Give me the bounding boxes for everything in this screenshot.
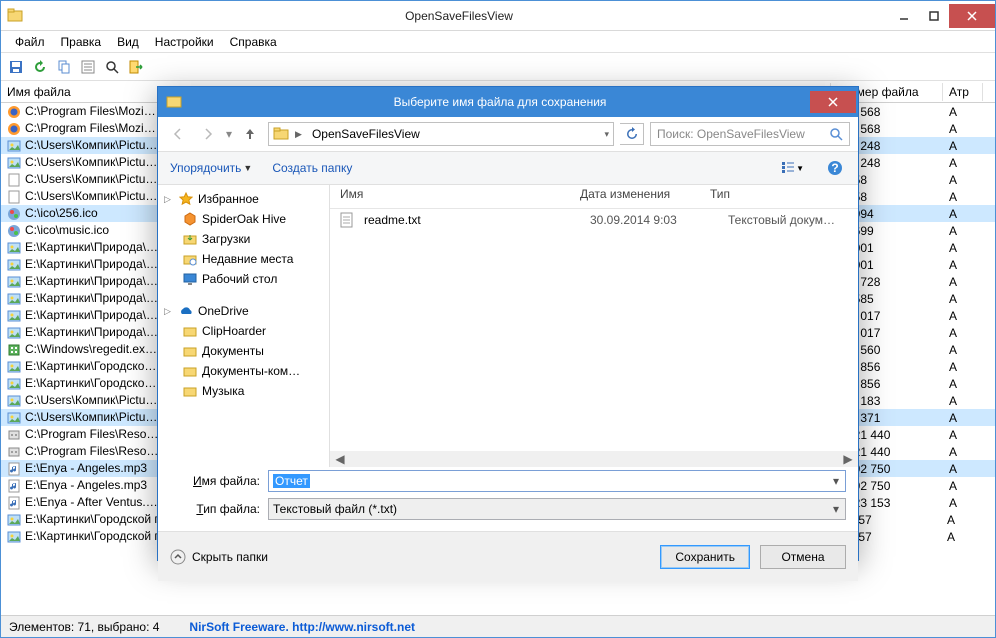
properties-icon[interactable] bbox=[77, 56, 99, 78]
help-button[interactable]: ? bbox=[824, 157, 846, 179]
hide-folders-button[interactable]: Скрыть папки bbox=[170, 549, 268, 565]
folder-icon bbox=[182, 323, 198, 339]
folder-icon bbox=[182, 363, 198, 379]
menu-view[interactable]: Вид bbox=[109, 33, 147, 51]
view-mode-button[interactable]: ▼ bbox=[782, 157, 804, 179]
download-icon bbox=[182, 231, 198, 247]
menu-help[interactable]: Справка bbox=[222, 33, 285, 51]
save-dialog: Выберите имя файла для сохранения ▾ ▶ Op… bbox=[157, 86, 859, 561]
maximize-button[interactable] bbox=[919, 4, 949, 28]
close-button[interactable] bbox=[949, 4, 995, 28]
tree-recent[interactable]: Недавние места bbox=[158, 249, 329, 269]
new-folder-button[interactable]: Создать папку bbox=[272, 161, 352, 175]
tree-music[interactable]: Музыка bbox=[158, 381, 329, 401]
nav-up-button[interactable] bbox=[238, 122, 262, 146]
find-icon[interactable] bbox=[101, 56, 123, 78]
horizontal-scrollbar[interactable]: ◀ ▶ bbox=[330, 451, 858, 467]
hive-icon bbox=[182, 211, 198, 227]
tree-documents[interactable]: Документы bbox=[158, 341, 329, 361]
file-type: Текстовый докум… bbox=[728, 213, 835, 227]
col-attr[interactable]: Атр bbox=[943, 83, 983, 101]
menu-file[interactable]: Файл bbox=[7, 33, 53, 51]
search-icon bbox=[829, 127, 843, 141]
copy-icon[interactable] bbox=[53, 56, 75, 78]
onedrive-icon bbox=[178, 303, 194, 319]
tree-downloads[interactable]: Загрузки bbox=[158, 229, 329, 249]
toolbar bbox=[1, 53, 995, 81]
menubar: Файл Правка Вид Настройки Справка bbox=[1, 31, 995, 53]
fcol-name[interactable]: Имя bbox=[330, 185, 570, 208]
refresh-button[interactable] bbox=[620, 123, 644, 145]
fcol-date[interactable]: Дата изменения bbox=[570, 185, 700, 208]
nav-recent-dropdown[interactable]: ▾ bbox=[226, 127, 232, 141]
save-button[interactable]: Сохранить bbox=[660, 545, 750, 569]
filename-label: Имя файла: bbox=[170, 474, 260, 488]
refresh-icon[interactable] bbox=[29, 56, 51, 78]
dialog-titlebar: Выберите имя файла для сохранения bbox=[158, 87, 858, 117]
filename-input[interactable]: Отчет ▾ bbox=[268, 470, 846, 492]
folder-icon bbox=[182, 343, 198, 359]
status-count: Элементов: 71, выбрано: 4 bbox=[9, 620, 159, 634]
minimize-button[interactable] bbox=[889, 4, 919, 28]
dialog-navrow: ▾ ▶ OpenSaveFilesView ▾ Поиск: OpenSaveF… bbox=[158, 117, 858, 151]
chevron-down-icon[interactable]: ▾ bbox=[827, 499, 845, 519]
breadcrumb-current[interactable]: OpenSaveFilesView bbox=[308, 127, 424, 141]
nav-back-button[interactable] bbox=[166, 122, 190, 146]
save-icon[interactable] bbox=[5, 56, 27, 78]
credit-link[interactable]: NirSoft Freeware. http://www.nirsoft.net bbox=[189, 620, 415, 634]
scroll-right-icon[interactable]: ▶ bbox=[840, 452, 856, 466]
breadcrumb[interactable]: ▶ OpenSaveFilesView ▾ bbox=[268, 122, 614, 146]
exit-icon[interactable] bbox=[125, 56, 147, 78]
chevron-right-icon: ▶ bbox=[295, 129, 302, 140]
tree-spideroak[interactable]: SpiderOak Hive bbox=[158, 209, 329, 229]
scroll-left-icon[interactable]: ◀ bbox=[332, 452, 348, 466]
svg-text:?: ? bbox=[831, 161, 838, 175]
star-icon bbox=[178, 191, 194, 207]
dialog-close-button[interactable] bbox=[810, 91, 856, 113]
dialog-file-header: Имя Дата изменения Тип bbox=[330, 185, 858, 209]
fcol-type[interactable]: Тип bbox=[700, 185, 858, 208]
folder-icon bbox=[273, 126, 289, 142]
search-placeholder: Поиск: OpenSaveFilesView bbox=[657, 127, 823, 141]
tree-desktop[interactable]: Рабочий стол bbox=[158, 269, 329, 289]
folder-tree[interactable]: ▷Избранное SpiderOak Hive Загрузки Недав… bbox=[158, 185, 330, 467]
tree-onedrive[interactable]: ▷OneDrive bbox=[158, 301, 329, 321]
dialog-commandbar: Упорядочить▼ Создать папку ▼ ? bbox=[158, 151, 858, 185]
main-titlebar: OpenSaveFilesView bbox=[1, 1, 995, 31]
menu-edit[interactable]: Правка bbox=[53, 33, 110, 51]
menu-settings[interactable]: Настройки bbox=[147, 33, 222, 51]
dialog-app-icon bbox=[166, 94, 182, 110]
cancel-button[interactable]: Отмена bbox=[760, 545, 846, 569]
breadcrumb-dropdown[interactable]: ▾ bbox=[604, 129, 609, 140]
dialog-file-list[interactable]: Имя Дата изменения Тип readme.txt 30.09.… bbox=[330, 185, 858, 467]
chevron-down-icon[interactable]: ▾ bbox=[827, 471, 845, 491]
app-icon bbox=[7, 8, 23, 24]
recent-icon bbox=[182, 251, 198, 267]
dialog-title: Выберите имя файла для сохранения bbox=[190, 95, 810, 109]
tree-favorites[interactable]: ▷Избранное bbox=[158, 189, 329, 209]
nav-forward-button[interactable] bbox=[196, 122, 220, 146]
folder-icon bbox=[182, 383, 198, 399]
statusbar: Элементов: 71, выбрано: 4 NirSoft Freewa… bbox=[1, 615, 995, 637]
chevron-up-icon bbox=[170, 549, 186, 565]
file-row[interactable]: readme.txt 30.09.2014 9:03 Текстовый док… bbox=[330, 209, 858, 231]
file-name: readme.txt bbox=[364, 213, 582, 227]
app-title: OpenSaveFilesView bbox=[29, 9, 889, 23]
filetype-select[interactable]: Текстовый файл (*.txt) ▾ bbox=[268, 498, 846, 520]
file-date: 30.09.2014 9:03 bbox=[590, 213, 720, 227]
dialog-buttonrow: Скрыть папки Сохранить Отмена bbox=[158, 531, 858, 581]
desktop-icon bbox=[182, 271, 198, 287]
organize-button[interactable]: Упорядочить▼ bbox=[170, 161, 252, 175]
filetype-label: Тип файла: bbox=[170, 502, 260, 516]
text-file-icon bbox=[340, 212, 356, 228]
search-input[interactable]: Поиск: OpenSaveFilesView bbox=[650, 122, 850, 146]
tree-cliphoarder[interactable]: ClipHoarder bbox=[158, 321, 329, 341]
tree-documents-com[interactable]: Документы-ком… bbox=[158, 361, 329, 381]
